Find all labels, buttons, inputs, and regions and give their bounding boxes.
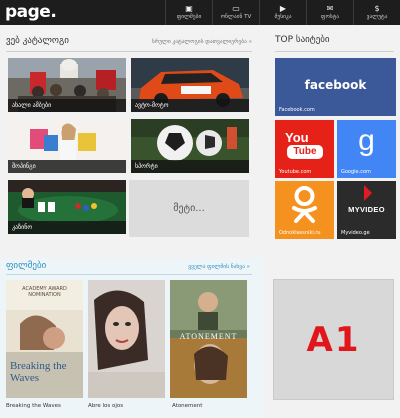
- site-logo[interactable]: page.: [5, 2, 57, 22]
- film-title[interactable]: Breaking the Waves: [6, 403, 61, 409]
- films-title: ფილმები: [6, 261, 47, 271]
- facebook-logo: facebook: [304, 78, 367, 92]
- films-all-link[interactable]: ყველა ფილმის ნახვა »: [150, 264, 250, 270]
- nav-item-online-tv[interactable]: ▭ ონლაინ TV: [212, 0, 259, 25]
- site-label: Myvideo.ge: [341, 230, 370, 236]
- divider: [6, 274, 252, 275]
- site-label: Facebook.com: [279, 107, 315, 113]
- nav-item-currency[interactable]: $ ვალუტა: [353, 0, 400, 25]
- site-label: Google.com: [341, 169, 371, 175]
- nav-label: ვალუტა: [366, 14, 388, 20]
- catalog-tile-shopping[interactable]: შოპინგი: [8, 119, 126, 173]
- catalog-tile-sport[interactable]: სპორტი: [131, 119, 249, 173]
- dollar-icon: $: [374, 4, 380, 13]
- site-label: Odnoklassniki.ru: [279, 230, 321, 236]
- site-label: Youtube.com: [279, 169, 312, 175]
- film-poster-abre-los-ojos[interactable]: [88, 280, 165, 398]
- nav-label: ონლაინ TV: [220, 14, 252, 20]
- catalog-tile-casino[interactable]: კაზინო: [8, 180, 126, 234]
- film-icon: ▣: [185, 4, 193, 13]
- catalog-tile-auto-moto[interactable]: ავტო-მოტო: [131, 58, 249, 112]
- tile-caption: კაზინო: [8, 221, 126, 234]
- film-title[interactable]: Atonement: [172, 403, 202, 409]
- site-odnoklassniki[interactable]: Odnoklassniki.ru: [275, 181, 334, 239]
- divider: [6, 51, 252, 52]
- catalog-tile-news[interactable]: ახალი ამბები: [8, 58, 126, 112]
- play-icon: ▶: [279, 4, 287, 13]
- nav-label: ფოსტა: [320, 14, 340, 20]
- tile-caption: სპორტი: [131, 160, 249, 173]
- catalog-more-button[interactable]: მეტი...: [129, 180, 249, 237]
- nav-label: მუსიკა: [274, 14, 292, 20]
- site-youtube[interactable]: You Tube Youtube.com: [275, 120, 334, 178]
- site-myvideo[interactable]: MYVIDEO Myvideo.ge: [337, 181, 396, 239]
- mail-icon: ✉: [326, 4, 334, 13]
- film-poster-breaking-the-waves[interactable]: ACADEMY AWARD NOMINATION Breaking the Wa…: [6, 280, 83, 398]
- catalog-title: ვებ კატალოგი: [6, 36, 69, 46]
- nav-item-films[interactable]: ▣ ფილმები: [165, 0, 212, 25]
- tile-caption: ავტო-მოტო: [131, 99, 249, 112]
- top-sites-title: TOP საიტები: [275, 35, 330, 45]
- odnoklassniki-icon: [292, 186, 317, 223]
- youtube-logo: You Tube: [285, 130, 325, 160]
- poster-art: [88, 280, 165, 398]
- google-logo: g: [358, 124, 375, 157]
- poster-tagline: ACADEMY AWARD NOMINATION: [22, 286, 67, 298]
- myvideo-logo: MYVIDEO: [348, 205, 385, 214]
- nav-item-mail[interactable]: ✉ ფოსტა: [306, 0, 353, 25]
- ad-banner[interactable]: A1: [273, 279, 394, 400]
- film-poster-atonement[interactable]: ATONEMENT: [170, 280, 247, 398]
- nav-item-music[interactable]: ▶ მუსიკა: [259, 0, 306, 25]
- site-google[interactable]: g Google.com: [337, 120, 396, 178]
- tile-caption: შოპინგი: [8, 160, 126, 173]
- catalog-all-link[interactable]: სრული კატალოგის დათვალიერება »: [140, 39, 252, 45]
- tile-caption: ახალი ამბები: [8, 99, 126, 112]
- nav-label: ფილმები: [176, 14, 202, 20]
- main-nav: ▣ ფილმები ▭ ონლაინ TV ▶ მუსიკა ✉ ფოსტა $…: [165, 0, 400, 25]
- film-title[interactable]: Abre los ojos: [88, 403, 123, 409]
- top-nav-bar: page. ▣ ფილმები ▭ ონლაინ TV ▶ მუსიკა ✉ ფ…: [0, 0, 400, 25]
- poster-title: Breaking the Waves: [10, 360, 67, 384]
- poster-title: ATONEMENT: [179, 332, 238, 341]
- tv-icon: ▭: [232, 4, 240, 13]
- divider: [275, 51, 394, 52]
- site-facebook[interactable]: facebook Facebook.com: [275, 58, 396, 116]
